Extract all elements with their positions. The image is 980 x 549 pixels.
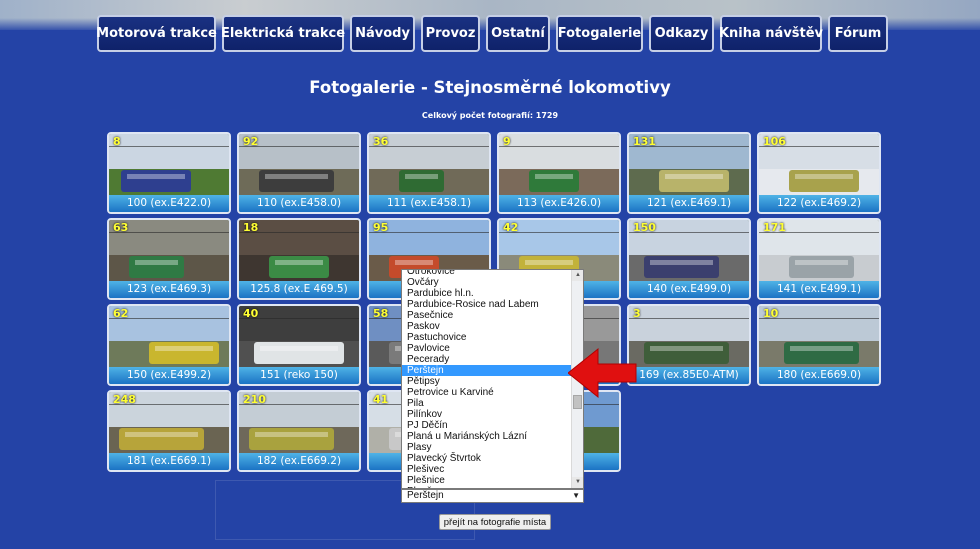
photo-count-badge: 171 — [763, 221, 786, 234]
tile-caption: 122 (ex.E469.2) — [759, 195, 879, 212]
photo-count-badge: 150 — [633, 221, 656, 234]
location-select[interactable]: Perštejn ▼ — [401, 489, 584, 503]
tile-caption: 100 (ex.E422.0) — [109, 195, 229, 212]
tile-caption: 151 (reko 150) — [239, 367, 359, 384]
page-title: Fotogalerie - Stejnosměrné lokomotivy — [309, 78, 671, 97]
gallery-tile[interactable]: 171 141 (ex.E499.1) — [757, 218, 881, 300]
tile-caption: 111 (ex.E458.1) — [369, 195, 489, 212]
tile-caption: 181 (ex.E669.1) — [109, 453, 229, 470]
dropdown-option[interactable]: PJ Děčín — [402, 420, 572, 431]
photo-count-badge: 10 — [763, 307, 779, 320]
tile-caption: 141 (ex.E499.1) — [759, 281, 879, 298]
tile-caption: 182 (ex.E669.2) — [239, 453, 359, 470]
scroll-up-icon[interactable]: ▲ — [572, 270, 583, 281]
main-navigation: Motorová trakce Elektrická trakce Návody Pr… — [96, 15, 888, 52]
gallery-tile[interactable]: 18 125.8 (ex.E 469.5) — [237, 218, 361, 300]
gallery-tile[interactable]: 40 151 (reko 150) — [237, 304, 361, 386]
gallery-tile[interactable]: 150 140 (ex.E499.0) — [627, 218, 751, 300]
photo-count-badge: 106 — [763, 135, 786, 148]
gallery-tile[interactable]: 63 123 (ex.E469.3) — [107, 218, 231, 300]
dropdown-option[interactable]: Planá u Mariánských Lázní — [402, 431, 572, 442]
select-value: Perštejn — [407, 490, 444, 501]
dropdown-option[interactable]: Ovčáry — [402, 277, 572, 288]
gallery-tile[interactable]: 10 180 (ex.E669.0) — [757, 304, 881, 386]
nav-button-2[interactable]: Návody — [350, 15, 415, 52]
photo-count-badge: 18 — [243, 221, 259, 234]
tile-caption: 169 (ex.85E0-ATM) — [629, 367, 749, 384]
dropdown-option[interactable]: Pecerady — [402, 354, 572, 365]
chevron-down-icon: ▼ — [572, 491, 580, 500]
gallery-tile[interactable]: 248 181 (ex.E669.1) — [107, 390, 231, 472]
gallery-tile[interactable]: 3 169 (ex.85E0-ATM) — [627, 304, 751, 386]
nav-button-5[interactable]: Fotogalerie — [556, 15, 643, 52]
photo-count-badge: 41 — [373, 393, 389, 406]
dropdown-option[interactable]: Plasy — [402, 442, 572, 453]
dropdown-option[interactable]: Pardubice-Rosice nad Labem — [402, 299, 572, 310]
tile-caption: 150 (ex.E499.2) — [109, 367, 229, 384]
photo-count-badge: 40 — [243, 307, 259, 320]
nav-button-0[interactable]: Motorová trakce — [96, 15, 217, 52]
tile-caption: 110 (ex.E458.0) — [239, 195, 359, 212]
photo-count-badge: 95 — [373, 221, 389, 234]
dropdown-option[interactable]: Otrokovice — [402, 270, 572, 277]
dropdown-option[interactable]: Pardubice hl.n. — [402, 288, 572, 299]
nav-button-7[interactable]: Kniha návštěv — [719, 15, 823, 52]
gallery-tile[interactable]: 9 113 (ex.E426.0) — [497, 132, 621, 214]
nav-button-6[interactable]: Odkazy — [649, 15, 714, 52]
dropdown-option[interactable]: Pilínkov — [402, 409, 572, 420]
photo-count-badge: 62 — [113, 307, 129, 320]
photo-count-badge: 63 — [113, 221, 129, 234]
dropdown-option[interactable]: Perštejn — [402, 365, 572, 376]
nav-button-8[interactable]: Fórum — [828, 15, 888, 52]
gallery-tile[interactable]: 36 111 (ex.E458.1) — [367, 132, 491, 214]
nav-button-1[interactable]: Elektrická trakce — [221, 15, 345, 52]
dropdown-option[interactable]: Petrovice u Karviné — [402, 387, 572, 398]
tile-caption: 113 (ex.E426.0) — [499, 195, 619, 212]
photo-count-badge: 3 — [633, 307, 641, 320]
gallery-tile[interactable]: 8 100 (ex.E422.0) — [107, 132, 231, 214]
dropdown-option[interactable]: Plavecký Štvrtok — [402, 453, 572, 464]
red-arrow-icon — [568, 347, 637, 399]
tile-caption: 140 (ex.E499.0) — [629, 281, 749, 298]
dropdown-options: Otrokovice Ovčáry Pardubice hl.n. Pardubice… — [402, 270, 572, 488]
go-to-location-photos-button[interactable]: přejít na fotografie místa — [439, 514, 551, 530]
tile-caption: 121 (ex.E469.1) — [629, 195, 749, 212]
nav-button-4[interactable]: Ostatní — [486, 15, 550, 52]
dropdown-option[interactable]: Plešivec — [402, 464, 572, 475]
dropdown-option[interactable]: Pasečnice — [402, 310, 572, 321]
dropdown-option[interactable]: Pětipsy — [402, 376, 572, 387]
nav-button-3[interactable]: Provoz — [421, 15, 480, 52]
dropdown-option[interactable]: Pila — [402, 398, 572, 409]
photo-count-badge: 36 — [373, 135, 389, 148]
tile-caption: 180 (ex.E669.0) — [759, 367, 879, 384]
photo-count: Celkový počet fotografií: 1729 — [421, 111, 559, 120]
dropdown-option[interactable]: Paskov — [402, 321, 572, 332]
photo-count-badge: 42 — [503, 221, 519, 234]
location-dropdown-list[interactable]: Otrokovice Ovčáry Pardubice hl.n. Pardubice… — [401, 269, 584, 489]
photo-count-badge: 92 — [243, 135, 259, 148]
gallery-tile[interactable]: 92 110 (ex.E458.0) — [237, 132, 361, 214]
photo-count-badge: 210 — [243, 393, 266, 406]
gallery-tile[interactable]: 106 122 (ex.E469.2) — [757, 132, 881, 214]
tile-caption: 125.8 (ex.E 469.5) — [239, 281, 359, 298]
photo-count-badge: 131 — [633, 135, 656, 148]
photo-count-badge: 58 — [373, 307, 389, 320]
photo-count-badge: 8 — [113, 135, 121, 148]
scroll-down-icon[interactable]: ▼ — [572, 477, 583, 488]
gallery-tile[interactable]: 210 182 (ex.E669.2) — [237, 390, 361, 472]
dropdown-option[interactable]: Pavlovice — [402, 343, 572, 354]
dropdown-option[interactable]: Pastuchovice — [402, 332, 572, 343]
photo-count-badge: 9 — [503, 135, 511, 148]
gallery-tile[interactable]: 131 121 (ex.E469.1) — [627, 132, 751, 214]
gallery-tile[interactable]: 62 150 (ex.E499.2) — [107, 304, 231, 386]
photo-count-badge: 248 — [113, 393, 136, 406]
tile-caption: 123 (ex.E469.3) — [109, 281, 229, 298]
dropdown-option[interactable]: Plešnice — [402, 475, 572, 486]
